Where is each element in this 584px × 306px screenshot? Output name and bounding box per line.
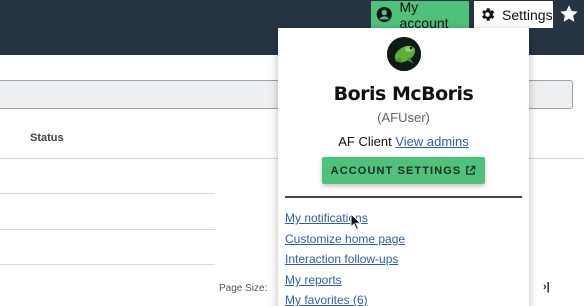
settings-label: Settings [502, 6, 553, 23]
gear-icon [482, 8, 495, 21]
account-dropdown: Boris McBoris (AFUser) AF Client View ad… [278, 28, 529, 306]
star-icon[interactable] [558, 3, 580, 25]
client-line: AF Client View admins [278, 134, 529, 149]
account-settings-button[interactable]: ACCOUNT SETTINGS [322, 157, 485, 184]
table-row-divider [0, 193, 215, 194]
interaction-follow-ups-link[interactable]: Interaction follow-ups [285, 252, 398, 266]
my-reports-link[interactable]: My reports [285, 273, 342, 287]
customize-home-page-link[interactable]: Customize home page [285, 232, 405, 246]
last-page-button[interactable]: ›| [543, 281, 550, 293]
client-label: AF Client [338, 134, 392, 149]
my-account-button[interactable]: My account [371, 0, 469, 31]
page-size-label: Page Size: [219, 283, 268, 294]
external-link-icon [466, 165, 476, 175]
frog-avatar-image [387, 37, 421, 71]
table-row-divider [0, 229, 215, 230]
table-row-divider [0, 264, 215, 265]
username: (AFUser) [377, 110, 430, 125]
my-account-label: My account [399, 0, 449, 31]
my-favorites-link[interactable]: My favorites (6) [285, 293, 368, 306]
menu-divider [285, 196, 522, 198]
settings-button[interactable]: Settings [474, 1, 553, 28]
user-full-name: Boris McBoris [333, 83, 474, 105]
mouse-cursor-icon [350, 213, 362, 231]
view-admins-link[interactable]: View admins [395, 134, 468, 149]
status-column-header[interactable]: Status [30, 132, 64, 144]
avatar [387, 37, 421, 71]
account-settings-label: ACCOUNT SETTINGS [330, 164, 462, 177]
account-circle-icon [376, 6, 392, 23]
